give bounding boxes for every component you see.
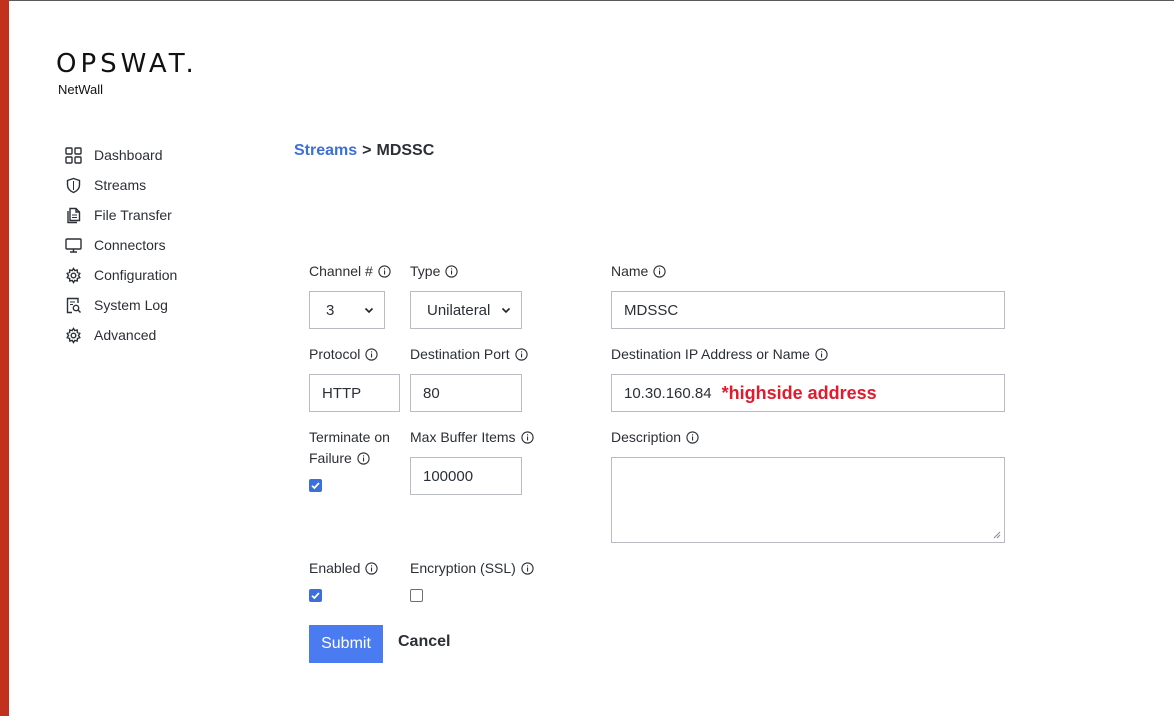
resize-handle-icon[interactable]: [993, 531, 1001, 539]
terminate-on-failure-label: Terminate on Failure: [309, 427, 390, 469]
chevron-down-icon: [364, 307, 374, 314]
type-label: Type: [410, 261, 459, 282]
breadcrumb-streams-link[interactable]: Streams: [294, 142, 357, 159]
destination-port-label: Destination Port: [410, 344, 528, 365]
destination-ip-input[interactable]: 10.30.160.84 *highside address: [611, 374, 1005, 412]
protocol-label: Protocol: [309, 344, 379, 365]
enabled-checkbox[interactable]: [309, 589, 322, 602]
description-label: Description: [611, 427, 699, 448]
gear-icon: [65, 326, 82, 344]
sidebar-item-label: Streams: [94, 177, 147, 193]
terminate-on-failure-checkbox[interactable]: [309, 479, 322, 492]
terminate-label-line1: Terminate on: [309, 429, 390, 445]
sidebar-item-label: System Log: [94, 297, 168, 313]
breadcrumb-current: MDSSC: [376, 142, 435, 159]
chevron-down-icon: [501, 307, 511, 314]
max-buffer-items-label: Max Buffer Items: [410, 427, 534, 448]
sidebar-item-label: Advanced: [94, 327, 157, 343]
channel-select[interactable]: 3: [309, 291, 385, 329]
info-icon[interactable]: [520, 431, 534, 444]
destination-port-input-value: 80: [423, 384, 440, 402]
max-buffer-label-text: Max Buffer Items: [410, 429, 516, 445]
sidebar-item-dashboard[interactable]: Dashboard: [65, 140, 177, 170]
destination-port-input[interactable]: 80: [410, 374, 522, 412]
info-icon[interactable]: [815, 348, 828, 361]
documents-icon: [65, 207, 82, 224]
product-name: NetWall: [58, 82, 104, 97]
breadcrumb: Streams > MDSSC: [294, 142, 434, 160]
sidebar-item-label: Configuration: [94, 267, 178, 283]
protocol-input[interactable]: HTTP: [309, 374, 400, 412]
info-icon[interactable]: [357, 452, 370, 465]
description-label-text: Description: [611, 429, 682, 445]
enabled-label-text: Enabled: [309, 560, 361, 576]
sidebar-item-label: Connectors: [94, 237, 166, 253]
destination-ip-label: Destination IP Address or Name: [611, 344, 828, 365]
brand-side-bar: [0, 0, 9, 716]
check-icon: [311, 482, 320, 490]
info-icon[interactable]: [365, 348, 379, 361]
channel-label-text: Channel #: [309, 263, 373, 279]
type-select-value: Unilateral: [427, 301, 491, 319]
cancel-button[interactable]: Cancel: [398, 633, 450, 651]
sidebar-item-advanced[interactable]: Advanced: [65, 320, 177, 350]
sidebar-item-streams[interactable]: Streams: [65, 170, 177, 200]
destination-ip-input-value: 10.30.160.84: [624, 384, 712, 402]
submit-button[interactable]: Submit: [309, 625, 383, 663]
destination-port-label-text: Destination Port: [410, 346, 510, 362]
opswat-logo: OPSWAT.: [56, 49, 198, 79]
info-icon[interactable]: [521, 562, 534, 575]
monitor-icon: [65, 237, 82, 254]
sidebar-item-label: File Transfer: [94, 207, 172, 223]
info-icon[interactable]: [445, 265, 459, 278]
highside-annotation: *highside address: [721, 382, 877, 403]
destination-ip-label-text: Destination IP Address or Name: [611, 346, 810, 362]
shield-icon: [65, 177, 82, 194]
grid-icon: [65, 146, 82, 164]
type-label-text: Type: [410, 263, 441, 279]
sidebar-item-configuration[interactable]: Configuration: [65, 260, 177, 290]
terminate-label-line2: Failure: [309, 450, 352, 466]
sidebar-item-label: Dashboard: [94, 147, 163, 163]
info-icon[interactable]: [653, 265, 667, 278]
info-icon[interactable]: [365, 562, 379, 575]
name-input[interactable]: MDSSC: [611, 291, 1005, 329]
sidebar-item-connectors[interactable]: Connectors: [65, 230, 177, 260]
channel-select-value: 3: [326, 301, 335, 319]
breadcrumb-separator: >: [362, 142, 372, 159]
name-label-text: Name: [611, 263, 649, 279]
protocol-label-text: Protocol: [309, 346, 361, 362]
info-icon[interactable]: [378, 265, 391, 278]
protocol-input-value: HTTP: [322, 384, 362, 402]
channel-label: Channel #: [309, 261, 391, 282]
top-border: [0, 0, 1174, 1]
info-icon[interactable]: [514, 348, 528, 361]
name-input-value: MDSSC: [624, 301, 679, 319]
sidebar-item-system-log[interactable]: System Log: [65, 290, 177, 320]
info-icon[interactable]: [686, 431, 699, 444]
name-label: Name: [611, 261, 667, 282]
enabled-label: Enabled: [309, 558, 379, 579]
type-select[interactable]: Unilateral: [410, 291, 522, 329]
check-icon: [311, 592, 320, 600]
log-search-icon: [65, 297, 82, 314]
encryption-label-text: Encryption (SSL): [410, 560, 516, 576]
max-buffer-input-value: 100000: [423, 467, 474, 485]
encryption-label: Encryption (SSL): [410, 558, 534, 579]
encryption-checkbox[interactable]: [410, 589, 423, 602]
description-textarea[interactable]: [611, 457, 1005, 543]
gear-icon: [65, 266, 82, 284]
sidebar-item-file-transfer[interactable]: File Transfer: [65, 200, 177, 230]
sidebar-nav: Dashboard Streams File Transfer Connecto…: [65, 140, 177, 350]
max-buffer-items-input[interactable]: 100000: [410, 457, 522, 495]
